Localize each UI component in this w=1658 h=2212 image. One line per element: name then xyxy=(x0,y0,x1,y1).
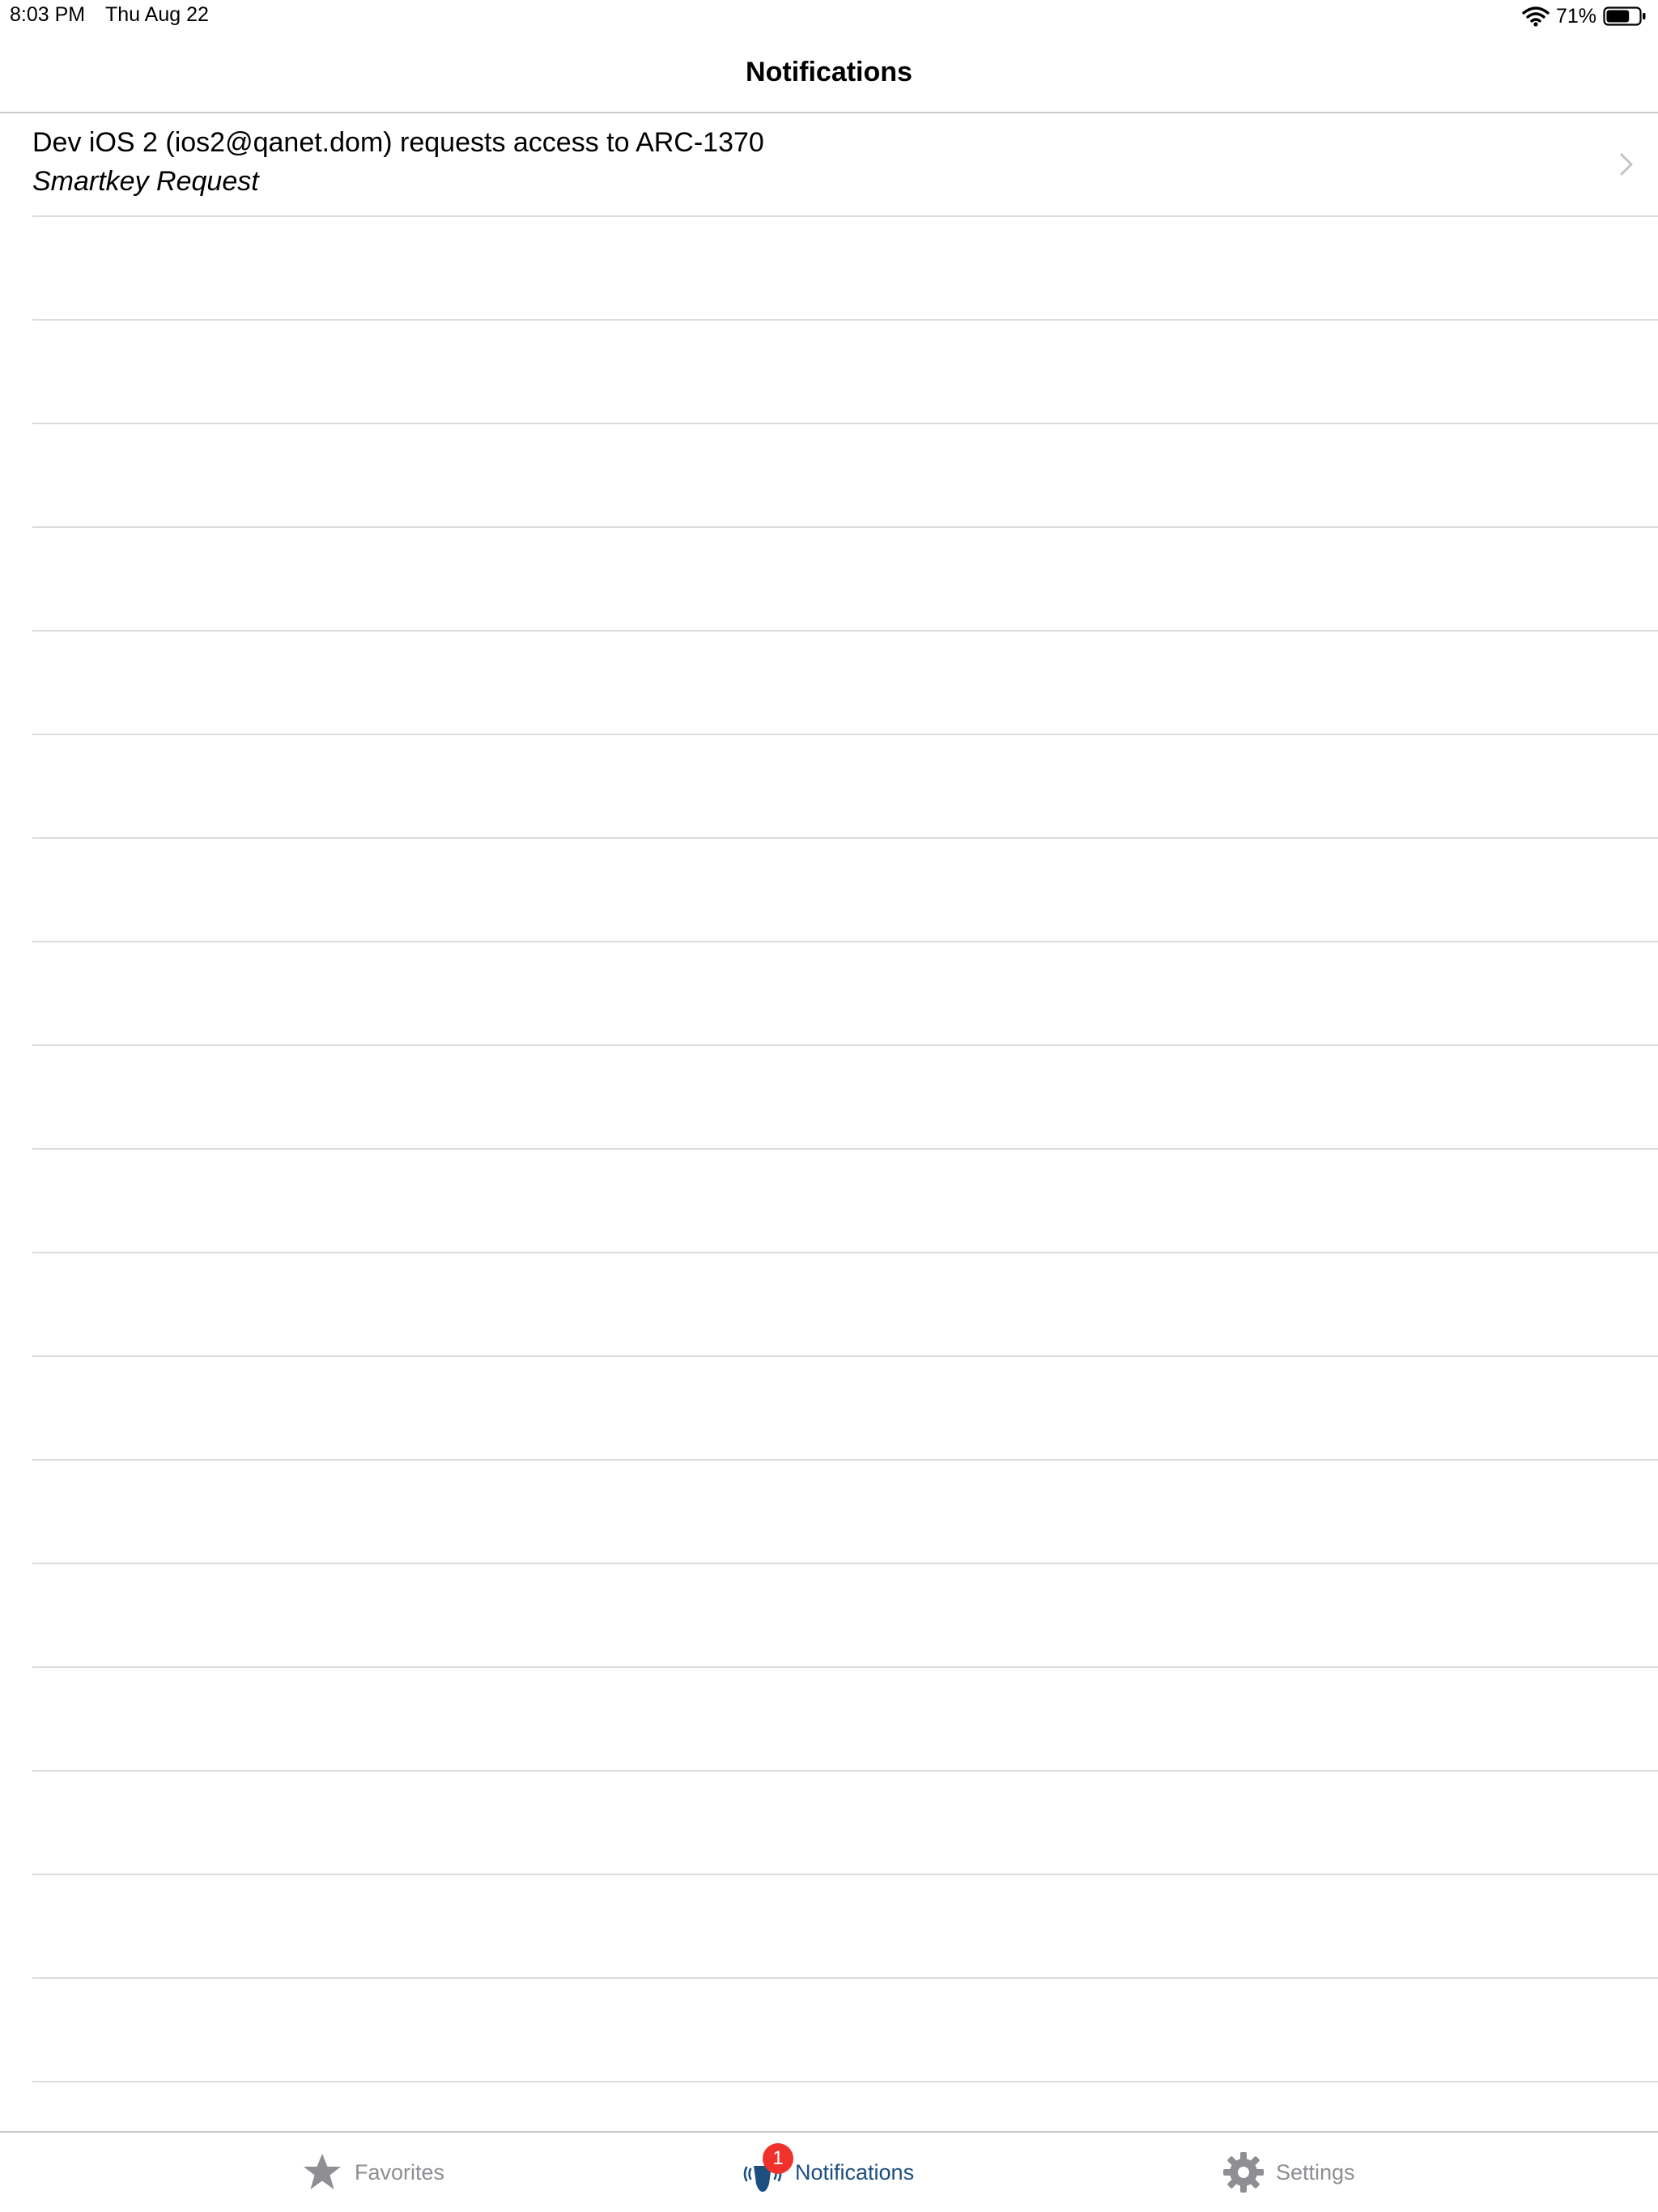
gear-icon xyxy=(1221,2150,1266,2195)
smartkey-signal-icon: 1 xyxy=(740,2143,793,2195)
page-title: Notifications xyxy=(746,57,912,87)
notification-subtitle: Smartkey Request xyxy=(32,166,259,197)
empty-row xyxy=(32,321,1658,424)
empty-row xyxy=(32,942,1658,1046)
status-bar: 8:03 PM Thu Aug 22 71% xyxy=(0,0,1658,32)
empty-row xyxy=(32,217,1658,321)
notification-title: Dev iOS 2 (ios2@qanet.dom) requests acce… xyxy=(32,127,764,158)
chevron-right-icon xyxy=(1620,153,1633,176)
tab-settings[interactable]: Settings xyxy=(1221,2133,1355,2212)
notification-badge: 1 xyxy=(763,2143,793,2174)
status-indicators: 71% xyxy=(1522,2,1647,30)
status-date: Thu Aug 22 xyxy=(105,3,209,26)
empty-row xyxy=(32,1150,1658,1253)
empty-row xyxy=(32,735,1658,839)
battery-percent: 71% xyxy=(1555,4,1596,28)
empty-row xyxy=(32,632,1658,735)
notifications-screen: 8:03 PM Thu Aug 22 71% Notifications Dev… xyxy=(0,0,1658,2212)
navigation-bar: Notifications xyxy=(0,32,1658,113)
tab-label-notifications: Notifications xyxy=(795,2159,915,2184)
tab-notifications[interactable]: 1 Notifications xyxy=(740,2133,914,2212)
empty-row xyxy=(32,1979,1658,2082)
empty-row xyxy=(32,1668,1658,1772)
empty-row xyxy=(32,528,1658,632)
tab-label-settings: Settings xyxy=(1276,2159,1355,2184)
empty-row xyxy=(32,1772,1658,1875)
empty-row xyxy=(32,424,1658,528)
tab-label-favorites: Favorites xyxy=(355,2159,445,2184)
notifications-table[interactable]: Dev iOS 2 (ios2@qanet.dom) requests acce… xyxy=(0,113,1658,2131)
empty-row xyxy=(32,1875,1658,1979)
tab-favorites[interactable]: Favorites xyxy=(300,2133,444,2212)
empty-row xyxy=(32,1253,1658,1357)
status-time: 8:03 PM xyxy=(10,3,86,26)
wifi-icon xyxy=(1522,6,1550,27)
empty-row xyxy=(32,839,1658,942)
empty-row xyxy=(32,1461,1658,1564)
empty-row xyxy=(32,1357,1658,1461)
empty-row xyxy=(32,1564,1658,1668)
battery-icon xyxy=(1603,6,1647,27)
star-icon xyxy=(300,2150,345,2195)
empty-row xyxy=(32,1046,1658,1150)
notification-row[interactable]: Dev iOS 2 (ios2@qanet.dom) requests acce… xyxy=(32,113,1658,217)
tab-bar: Favorites 1 Notifications Settings xyxy=(0,2131,1658,2212)
